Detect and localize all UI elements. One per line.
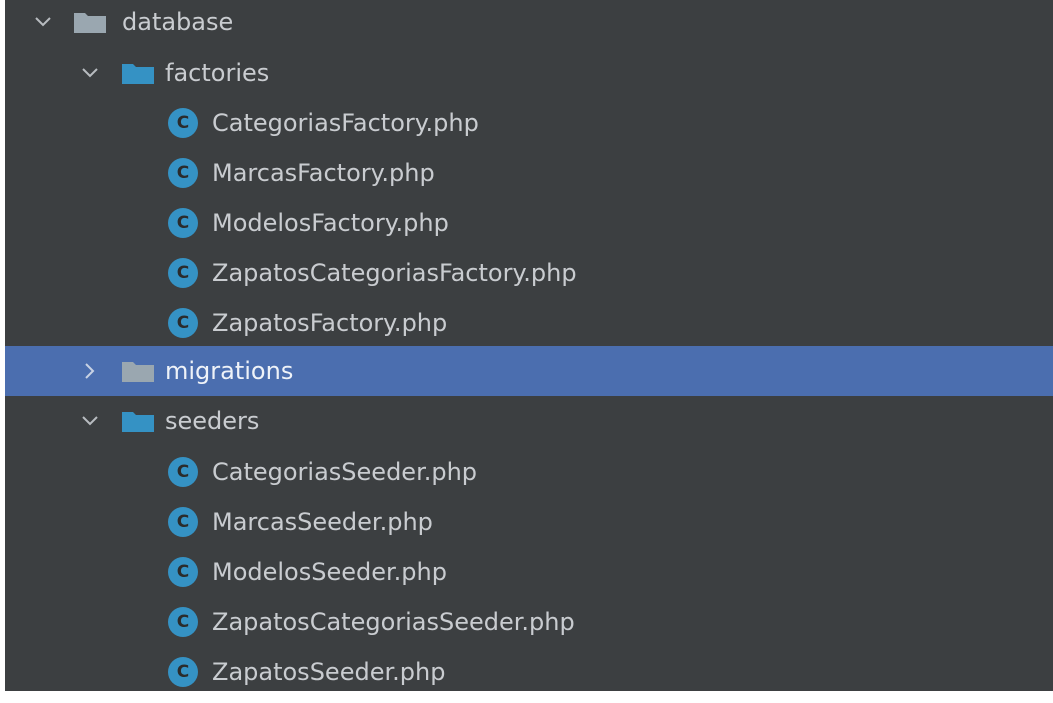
folder-icon <box>121 359 155 383</box>
php-class-icon: C <box>168 657 198 687</box>
tree-file-item[interactable]: C ZapatosFactory.php <box>5 298 1053 348</box>
php-class-icon: C <box>168 258 198 288</box>
tree-file-item[interactable]: C ZapatosCategoriasSeeder.php <box>5 597 1053 647</box>
tree-node-factories[interactable]: factories <box>5 48 1053 98</box>
php-class-icon: C <box>168 607 198 637</box>
file-name: ZapatosCategoriasFactory.php <box>212 259 577 287</box>
tree-node-label: database <box>122 8 234 36</box>
file-name: ModelosFactory.php <box>212 209 449 237</box>
tree-file-item[interactable]: C ZapatosCategoriasFactory.php <box>5 248 1053 298</box>
tree-file-item[interactable]: C CategoriasSeeder.php <box>5 447 1053 497</box>
chevron-down-icon[interactable] <box>32 11 54 33</box>
tree-file-item[interactable]: C MarcasFactory.php <box>5 148 1053 198</box>
folder-icon <box>121 61 155 85</box>
file-name: CategoriasFactory.php <box>212 109 479 137</box>
php-class-icon: C <box>168 457 198 487</box>
file-name: ZapatosSeeder.php <box>212 658 446 686</box>
php-class-icon: C <box>168 507 198 537</box>
folder-icon <box>121 409 155 433</box>
chevron-right-icon[interactable] <box>79 360 101 382</box>
project-tree[interactable]: database factories C CategoriasFactory.p… <box>5 0 1053 691</box>
file-name: CategoriasSeeder.php <box>212 458 478 486</box>
tree-file-item[interactable]: C ModelosSeeder.php <box>5 547 1053 597</box>
tree-file-item[interactable]: C CategoriasFactory.php <box>5 98 1053 148</box>
folder-icon <box>73 10 107 34</box>
tree-file-item[interactable]: C ModelosFactory.php <box>5 198 1053 248</box>
tree-file-item[interactable]: C MarcasSeeder.php <box>5 497 1053 547</box>
php-class-icon: C <box>168 158 198 188</box>
tree-node-seeders[interactable]: seeders <box>5 396 1053 446</box>
tree-node-label: factories <box>165 59 270 87</box>
file-name: MarcasSeeder.php <box>212 508 433 536</box>
chevron-down-icon[interactable] <box>79 62 101 84</box>
file-name: ZapatosCategoriasSeeder.php <box>212 608 575 636</box>
php-class-icon: C <box>168 208 198 238</box>
file-name: MarcasFactory.php <box>212 159 435 187</box>
php-class-icon: C <box>168 557 198 587</box>
tree-node-label: migrations <box>165 357 294 385</box>
file-name: ModelosSeeder.php <box>212 558 447 586</box>
chevron-down-icon[interactable] <box>79 410 101 432</box>
php-class-icon: C <box>168 108 198 138</box>
tree-node-label: seeders <box>165 407 260 435</box>
php-class-icon: C <box>168 308 198 338</box>
tree-node-database[interactable]: database <box>5 0 1053 47</box>
file-name: ZapatosFactory.php <box>212 309 448 337</box>
tree-node-migrations[interactable]: migrations <box>5 346 1053 396</box>
tree-file-item[interactable]: C ZapatosSeeder.php <box>5 647 1053 691</box>
